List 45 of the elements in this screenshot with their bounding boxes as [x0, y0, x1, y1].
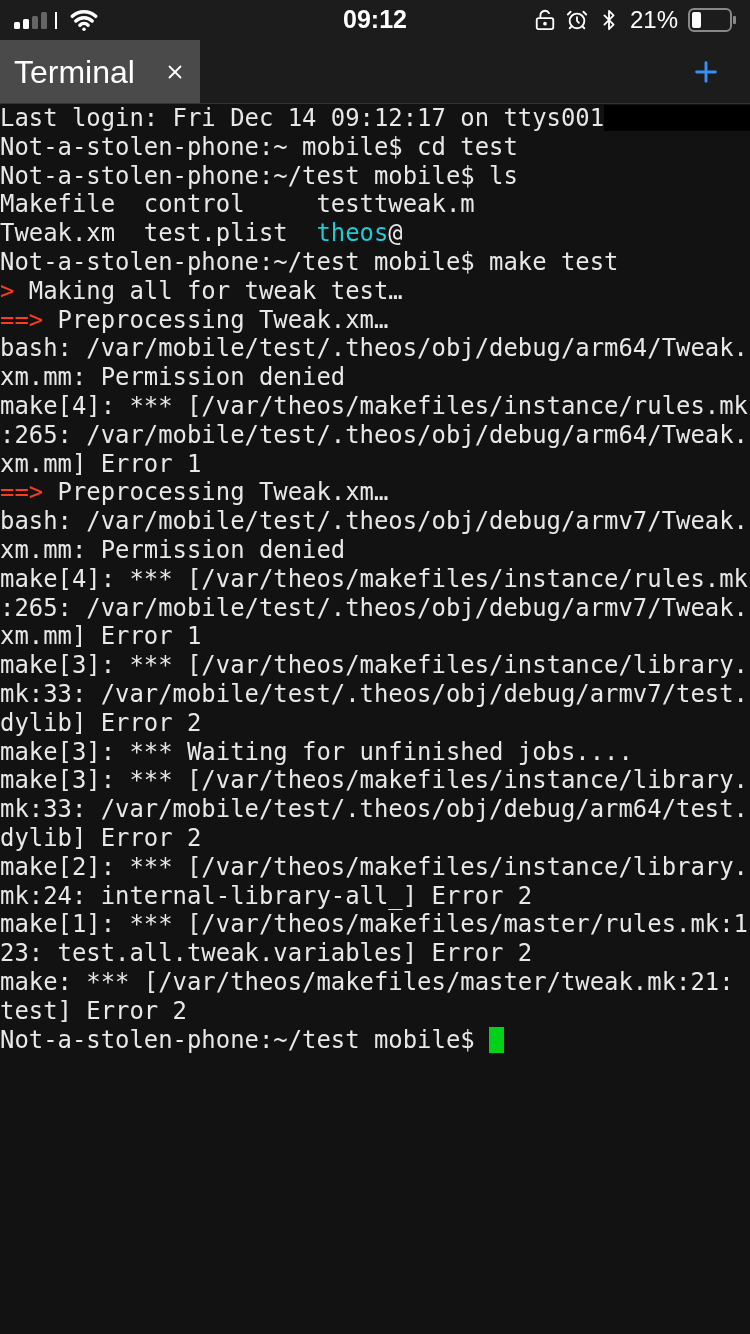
terminal-text: make[4]: *** [/var/theos/makefiles/instance/rules.mk [0, 564, 748, 594]
terminal-text: make: *** [/var/theos/makefiles/master/tweak.mk:21: [0, 967, 734, 997]
terminal-text: Not-a-stolen-phone:~/test mobile$ make test [0, 248, 619, 277]
terminal-text: @ [388, 219, 403, 248]
terminal-text: bash: /var/mobile/test/.theos/obj/debug/armv7/Tweak. [0, 507, 748, 536]
terminal-text: Preprocessing Tweak.xm… [56, 305, 389, 335]
terminal-text: Not-a-stolen-phone:~ mobile$ cd test [0, 132, 518, 162]
terminal-text: test] Error 2 [0, 996, 187, 1026]
terminal-text: make[3]: *** [/var/theos/makefiles/instance/library. [0, 766, 748, 796]
terminal-text: Makefile control testtweak.m [0, 190, 475, 220]
terminal-text: make[1]: *** [/var/theos/makefiles/master/rules.mk:1 [0, 910, 748, 940]
battery-icon [688, 8, 736, 32]
terminal-text: Last login: Fri Dec 14 09:12:17 on ttys001 [0, 104, 605, 133]
tab[interactable]: Terminal [0, 40, 200, 103]
terminal-text: Not-a-stolen-phone:~/test mobile$ ls [0, 161, 518, 191]
terminal-text: make[4]: *** [/var/theos/makefiles/instance/rules.mk [0, 391, 748, 421]
arrow-marker: ==> [0, 305, 44, 335]
terminal-text: dylib] Error 2 [0, 708, 202, 738]
terminal-text: :265: /var/mobile/test/.theos/obj/debug/armv7/Tweak. [0, 593, 748, 623]
arrow-marker: > [0, 276, 15, 306]
terminal-text: make[2]: *** [/var/theos/makefiles/instance/library. [0, 852, 748, 882]
terminal-text: Not-a-stolen-phone:~/test mobile$ [0, 1025, 476, 1055]
battery-percent: 21% [629, 5, 678, 35]
terminal-text: xm.mm: Permission denied [0, 363, 346, 392]
terminal-text: 23: test.all.tweak.variables] Error 2 [0, 939, 533, 968]
clock: 09:12 [343, 5, 407, 34]
terminal-text: :265: /var/mobile/test/.theos/obj/debug/arm64/Tweak. [0, 420, 748, 450]
terminal-text: Preprocessing Tweak.xm… [56, 478, 389, 508]
directory-name: theos [316, 219, 389, 248]
terminal-text: xm.mm] Error 1 [0, 622, 202, 652]
cursor [489, 1026, 505, 1053]
terminal-text: mk:24: internal-library-all_] Error 2 [0, 881, 533, 911]
terminal-text: Tweak.xm test.plist [0, 219, 289, 248]
terminal-text: mk:33: /var/mobile/test/.theos/obj/debug/armv7/test. [0, 679, 748, 709]
terminal-text: mk:33: /var/mobile/test/.theos/obj/debug/arm64/test. [0, 795, 748, 824]
terminal-text: bash: /var/mobile/test/.theos/obj/debug/arm64/Tweak. [0, 334, 748, 364]
terminal-text: xm.mm] Error 1 [0, 449, 202, 479]
arrow-marker: ==> [0, 478, 44, 508]
terminal-text: make[3]: *** Waiting for unfinished jobs.... [0, 737, 633, 767]
terminal-text: dylib] Error 2 [0, 823, 202, 853]
alarm-icon [565, 9, 588, 31]
terminal-text: make[3]: *** [/var/theos/makefiles/instance/library. [0, 651, 748, 680]
signal-icon [14, 11, 58, 29]
terminal-text: Making all for tweak test… [27, 276, 403, 306]
terminal-text: xm.mm: Permission denied [0, 535, 346, 565]
